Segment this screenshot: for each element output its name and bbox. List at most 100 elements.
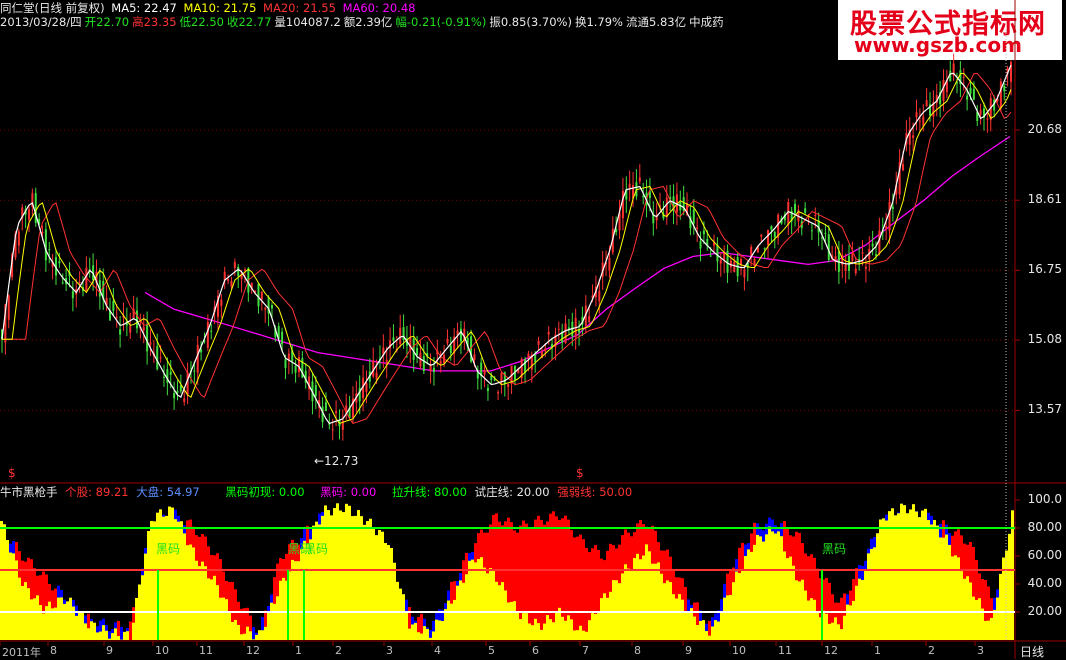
candle-body bbox=[507, 384, 509, 387]
hei-ma-chu-xian-value: 黑码初现: 0.00 bbox=[225, 485, 304, 499]
ge-gu-bar bbox=[711, 626, 714, 640]
ge-gu-bar bbox=[198, 566, 201, 640]
ge-gu-bar bbox=[675, 599, 678, 640]
candle-body bbox=[48, 249, 50, 250]
ge-gu-bar bbox=[336, 503, 339, 640]
time-tick-label: 8 bbox=[50, 644, 57, 657]
ge-gu-bar bbox=[0, 521, 3, 640]
ge-gu-bar bbox=[744, 556, 747, 640]
ge-gu-bar bbox=[126, 631, 129, 640]
ge-gu-bar bbox=[987, 621, 990, 640]
oscillator-bar bbox=[576, 537, 579, 640]
candle-body bbox=[28, 209, 30, 219]
ge-gu-bar bbox=[225, 599, 228, 640]
candle-body bbox=[79, 282, 81, 283]
ge-gu-bar bbox=[606, 598, 609, 640]
ge-gu-bar bbox=[930, 525, 933, 640]
ge-gu-bar bbox=[723, 598, 726, 640]
candle-body bbox=[912, 135, 914, 138]
ge-gu-bar bbox=[933, 520, 936, 640]
ge-gu-bar bbox=[795, 580, 798, 640]
time-tick-label: 11 bbox=[199, 644, 213, 657]
ge-gu-bar bbox=[762, 542, 765, 640]
ge-gu-bar bbox=[948, 545, 951, 640]
candle-body bbox=[703, 231, 705, 235]
ge-gu-bar bbox=[519, 619, 522, 640]
candle-body bbox=[922, 117, 924, 127]
ge-gu-bar bbox=[672, 594, 675, 640]
oscillator-bar bbox=[537, 516, 540, 640]
ge-gu-bar bbox=[87, 628, 90, 640]
ge-gu-bar bbox=[96, 632, 99, 640]
ge-gu-bar bbox=[75, 616, 78, 640]
hei-ma-value: 黑码: 0.00 bbox=[320, 485, 376, 499]
candle-body bbox=[558, 329, 560, 330]
ge-gu-bar bbox=[888, 511, 891, 640]
ge-gu-bar bbox=[213, 576, 216, 640]
ge-gu-bar bbox=[972, 597, 975, 640]
candle-body bbox=[889, 202, 891, 231]
candle-body bbox=[112, 301, 114, 311]
candle-body bbox=[325, 402, 327, 411]
ge-gu-bar bbox=[729, 595, 732, 640]
ge-gu-bar bbox=[513, 601, 516, 640]
ge-gu-bar bbox=[162, 517, 165, 640]
ge-gu-bar bbox=[549, 619, 552, 640]
ge-gu-bar bbox=[906, 513, 909, 640]
ge-gu-bar bbox=[357, 510, 360, 640]
ge-gu-bar bbox=[588, 620, 591, 640]
candle-body bbox=[743, 270, 745, 278]
time-tick-label: 7 bbox=[582, 644, 589, 657]
ge-gu-bar bbox=[702, 620, 705, 640]
candle-body bbox=[183, 398, 185, 401]
ge-gu-bar bbox=[912, 504, 915, 640]
time-tick-label: 3 bbox=[386, 644, 393, 657]
time-tick-label: 3 bbox=[977, 644, 984, 657]
candle-body bbox=[700, 241, 702, 248]
period-label[interactable]: 日线 bbox=[1020, 643, 1044, 660]
ge-gu-bar bbox=[546, 615, 549, 640]
ge-gu-bar bbox=[714, 620, 717, 640]
ge-gu-bar bbox=[759, 536, 762, 640]
ge-gu-bar bbox=[918, 517, 921, 640]
ge-gu-bar bbox=[528, 623, 531, 640]
candle-body bbox=[163, 377, 165, 378]
time-tick-label: 10 bbox=[732, 644, 746, 657]
ge-gu-bar bbox=[615, 580, 618, 640]
ge-gu-bar bbox=[876, 533, 879, 640]
ge-gu-bar bbox=[579, 626, 582, 640]
ge-gu-bar bbox=[831, 623, 834, 640]
ge-gu-bar bbox=[648, 551, 651, 640]
candle-body bbox=[18, 231, 20, 245]
ge-gu-bar bbox=[252, 639, 255, 640]
ge-gu-bar bbox=[192, 547, 195, 640]
ge-gu-bar bbox=[537, 623, 540, 640]
ge-gu-bar bbox=[51, 608, 54, 640]
candle-body bbox=[72, 291, 74, 298]
ge-gu-bar bbox=[489, 568, 492, 640]
ge-gu-bar bbox=[657, 562, 660, 640]
time-tick-label: 1 bbox=[295, 644, 302, 657]
time-tick-label: 1 bbox=[874, 644, 881, 657]
dollar-mark: $ bbox=[576, 466, 584, 480]
candle-body bbox=[416, 348, 418, 355]
ge-gu-bar bbox=[3, 524, 6, 640]
ge-gu-bar bbox=[774, 534, 777, 640]
ge-gu-bar bbox=[66, 601, 69, 640]
ge-gu-bar bbox=[747, 549, 750, 640]
oscillator-bar bbox=[573, 537, 576, 640]
candle-body bbox=[315, 385, 317, 396]
ge-gu-bar bbox=[15, 560, 18, 640]
ge-gu-bar bbox=[993, 610, 996, 640]
ge-gu-bar bbox=[966, 576, 969, 640]
ge-gu-bar bbox=[189, 545, 192, 640]
candle-body bbox=[544, 348, 546, 351]
ge-gu-bar bbox=[30, 599, 33, 640]
ge-gu-bar bbox=[807, 601, 810, 640]
candle-body bbox=[598, 291, 600, 301]
ge-gu-bar bbox=[411, 624, 414, 640]
candle-body bbox=[197, 345, 199, 373]
ge-gu-bar bbox=[504, 590, 507, 640]
candle-body bbox=[966, 96, 968, 100]
ge-gu-bar bbox=[210, 579, 213, 640]
